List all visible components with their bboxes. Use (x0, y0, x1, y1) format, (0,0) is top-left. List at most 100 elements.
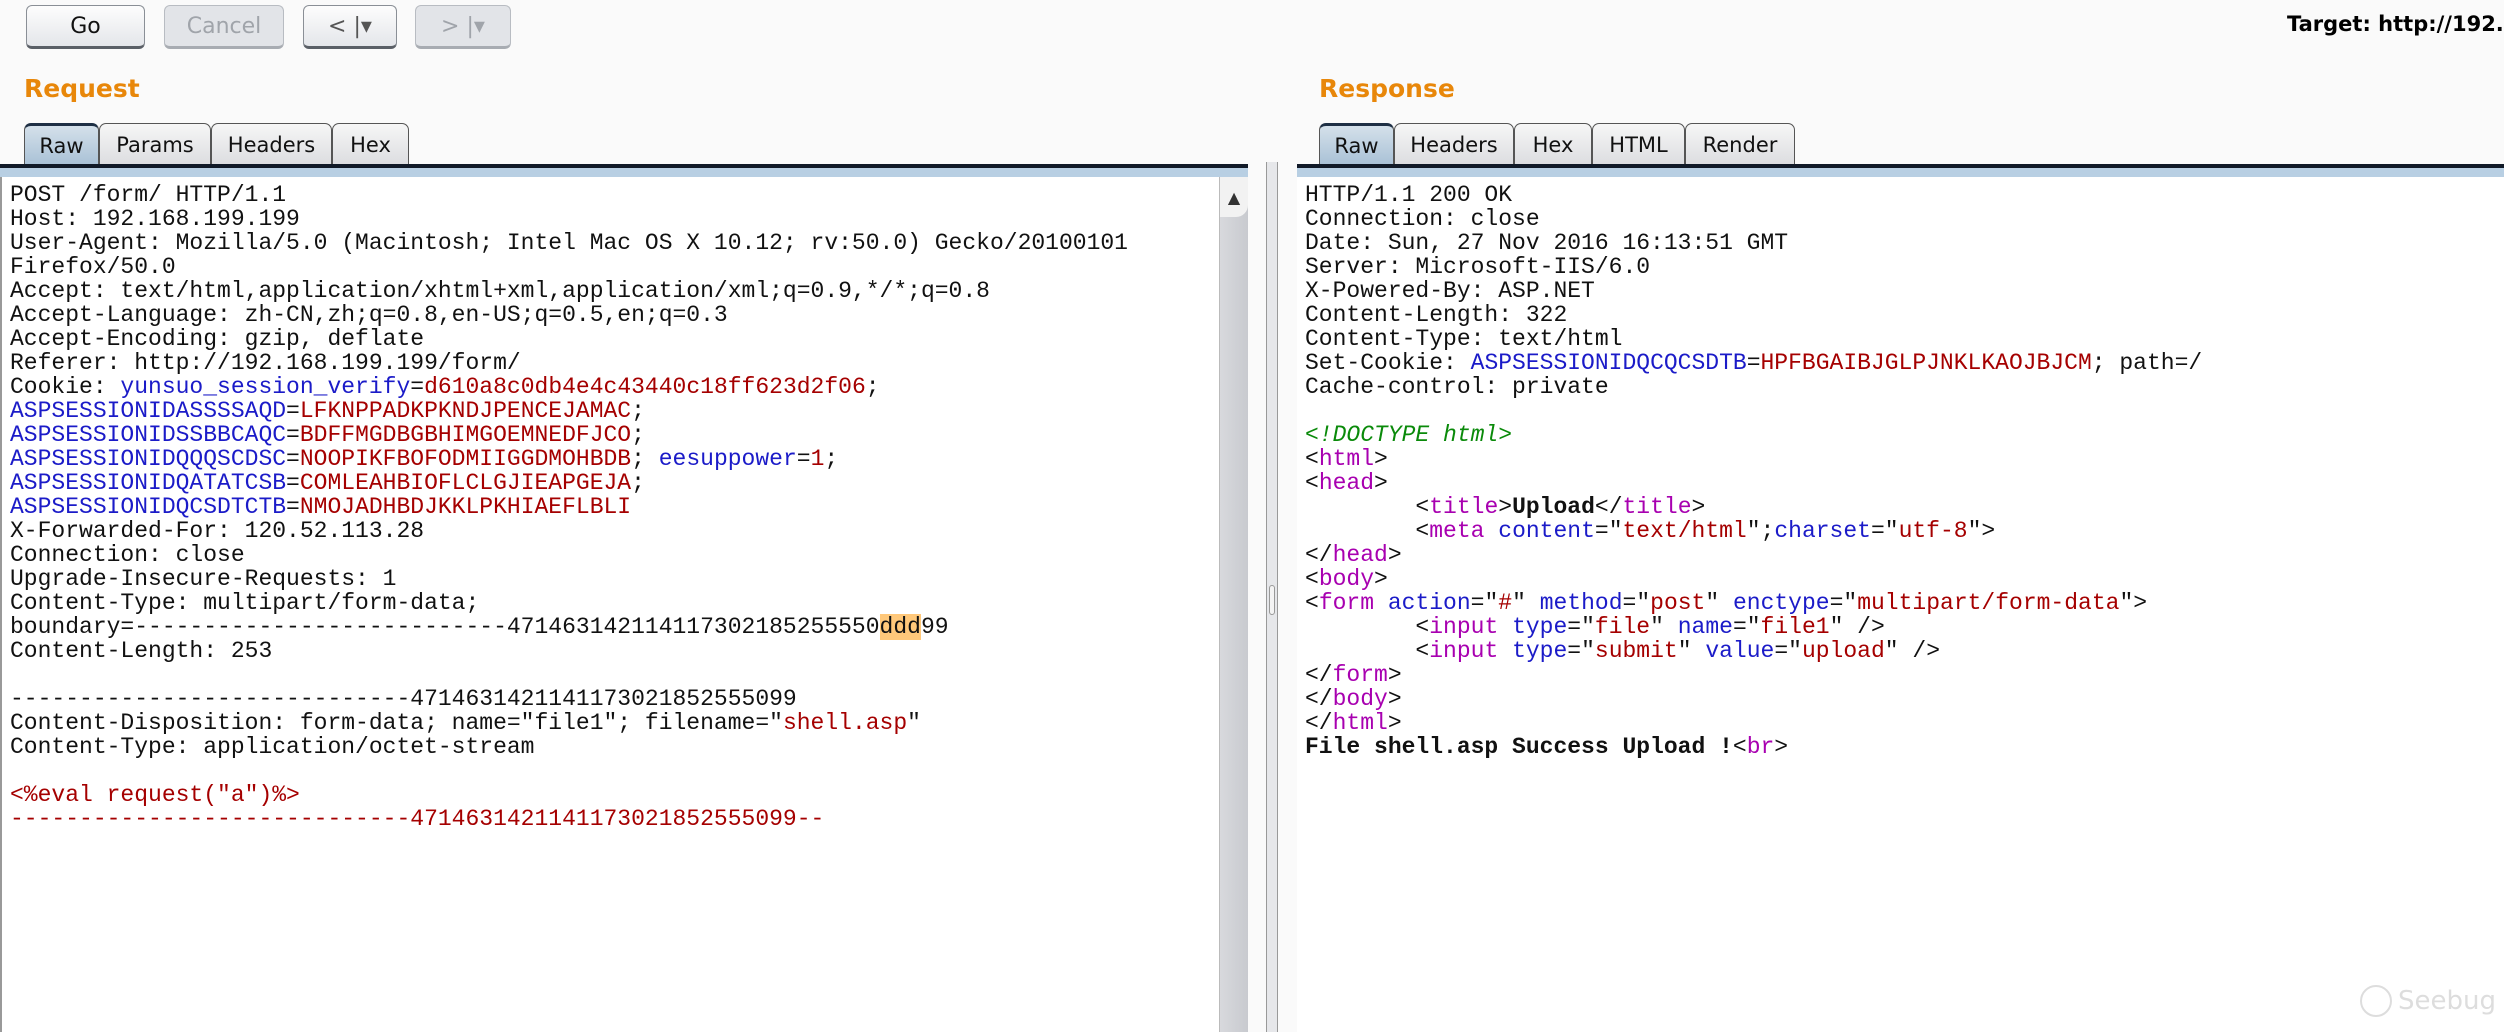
text-segment: -----------------------------47146314211… (10, 806, 825, 832)
response-line: X-Powered-By: ASP.NET (1305, 279, 2504, 303)
request-line: Content-Type: multipart/form-data; (10, 591, 1219, 615)
text-segment: > (1387, 662, 1402, 688)
target-label[interactable]: Target: http://192.1 (2287, 12, 2504, 36)
text-segment: html (1318, 446, 1375, 472)
request-line: Cookie: yunsuo_session_verify=d610a8c0db… (10, 375, 1219, 399)
text-segment: " (1512, 590, 1540, 616)
tab-response-hex[interactable]: Hex (1514, 123, 1592, 165)
tab-request-raw[interactable]: Raw (24, 123, 99, 165)
response-line: <input type="file" name="file1" /> (1305, 615, 2504, 639)
text-segment: =" (1732, 614, 1761, 640)
text-segment: = (286, 422, 300, 448)
text-segment: content (1498, 518, 1595, 544)
text-segment: < (1732, 734, 1747, 760)
tab-request-headers[interactable]: Headers (211, 123, 332, 165)
request-line: -----------------------------47146314211… (10, 807, 1219, 831)
text-segment: =" (1470, 590, 1499, 616)
text-segment (1484, 518, 1498, 544)
text-segment: ; (631, 446, 659, 472)
text-segment: meta (1429, 518, 1485, 544)
response-line: <html> (1305, 447, 2504, 471)
text-segment: X-Powered-By: ASP.NET (1305, 278, 1595, 304)
text-segment: Accept: text/html,application/xhtml+xml,… (10, 278, 990, 304)
text-segment: value (1705, 638, 1775, 664)
response-line: Cache-control: private (1305, 375, 2504, 399)
response-line: </head> (1305, 543, 2504, 567)
text-segment: =" (1829, 590, 1858, 616)
text-segment: -----------------------------47146314211… (10, 686, 797, 712)
back-button[interactable]: < |▾ (303, 5, 397, 49)
text-segment: > (1498, 494, 1513, 520)
text-segment: < (1305, 494, 1430, 520)
response-line: Set-Cookie: ASPSESSIONIDQCQCSDTB=HPFBGAI… (1305, 351, 2504, 375)
response-viewer[interactable]: HTTP/1.1 200 OK Connection: close Date: Su… (1297, 177, 2504, 1032)
text-segment: title (1622, 494, 1692, 520)
text-segment (10, 758, 24, 784)
text-segment: Host: 192.168.199.199 (10, 206, 300, 232)
text-segment: Cookie: (10, 374, 121, 400)
text-segment: eesuppower (658, 446, 797, 472)
text-segment: action (1387, 590, 1471, 616)
splitter-grip-icon[interactable] (1269, 585, 1275, 615)
text-segment: = (1746, 350, 1761, 376)
request-line: boundary=---------------------------4714… (10, 614, 1219, 640)
text-segment: < (1305, 638, 1430, 664)
response-line: Connection: close (1305, 207, 2504, 231)
go-button[interactable]: Go (26, 5, 145, 49)
tab-response-render[interactable]: Render (1685, 123, 1795, 165)
request-editor[interactable]: POST /form/ HTTP/1.1 Host: 192.168.199.19… (0, 177, 1219, 1032)
text-segment: submit (1594, 638, 1678, 664)
forward-button[interactable]: > |▾ (415, 5, 511, 49)
request-line: POST /form/ HTTP/1.1 (10, 183, 1219, 207)
text-segment: = (286, 398, 300, 424)
text-segment: ASPSESSIONIDSSBBCAQC (10, 422, 287, 448)
text-segment: " (1705, 590, 1733, 616)
text-segment: > (1774, 734, 1789, 760)
tab-request-params[interactable]: Params (99, 123, 211, 165)
tab-response-html[interactable]: HTML (1592, 123, 1685, 165)
response-line: </html> (1305, 711, 2504, 735)
response-line: <meta content="text/html";charset="utf-8… (1305, 519, 2504, 543)
tab-response-headers[interactable]: Headers (1394, 123, 1514, 165)
text-segment: Firefox/50.0 (10, 254, 176, 280)
request-line: ASPSESSIONIDASSSSAQD=LFKNPPADKPKNDJPENCE… (10, 399, 1219, 423)
text-segment: input (1429, 638, 1499, 664)
text-segment: Upgrade-Insecure-Requests: 1 (10, 566, 397, 592)
text-segment: ASPSESSIONIDQATATCSB (10, 470, 287, 496)
text-segment: charset (1774, 518, 1871, 544)
text-segment: "; (1746, 518, 1775, 544)
tab-response-raw[interactable]: Raw (1319, 123, 1394, 165)
text-segment: "> (2119, 590, 2148, 616)
text-segment: " /> (1884, 638, 1940, 664)
seebug-watermark: Seebug (2360, 985, 2496, 1017)
request-scrollbar[interactable]: ▲ (1219, 177, 1248, 1032)
request-line: Accept-Encoding: gzip, deflate (10, 327, 1219, 351)
text-segment: # (1498, 590, 1513, 616)
text-segment: yunsuo_session_verify (120, 374, 411, 400)
request-line: Connection: close (10, 543, 1219, 567)
text-segment: "> (1967, 518, 1996, 544)
scroll-up-arrow-icon[interactable]: ▲ (1220, 177, 1248, 217)
text-segment: ; (631, 422, 645, 448)
response-line: File shell.asp Success Upload !<br> (1305, 735, 2504, 759)
text-segment: html (1332, 710, 1388, 736)
cancel-button[interactable]: Cancel (164, 5, 284, 49)
response-line: <title>Upload</title> (1305, 495, 2504, 519)
text-segment: type (1512, 614, 1568, 640)
text-segment: Connection: close (1305, 206, 1540, 232)
text-segment (10, 662, 24, 688)
text-segment: =" (1567, 614, 1595, 640)
text-segment: d610a8c0db4e4c43440c18ff623d2f06 (424, 374, 866, 400)
text-segment: > (1387, 686, 1402, 712)
text-segment: Content-Length: 253 (10, 638, 273, 664)
text-segment: Accept-Language: zh-CN,zh;q=0.8,en-US;q=… (10, 302, 728, 328)
text-segment: < (1305, 614, 1430, 640)
text-segment (1498, 638, 1512, 664)
text-segment: Content-Type: application/octet-stream (10, 734, 535, 760)
request-line: ASPSESSIONIDSSBBCAQC=BDFFMGDBGBHIMGOEMNE… (10, 423, 1219, 447)
tab-request-hex[interactable]: Hex (332, 123, 409, 165)
text-segment: Upload (1512, 494, 1595, 520)
text-segment: <!DOCTYPE html> (1305, 422, 1513, 448)
text-segment: multipart/form-data (1857, 590, 2120, 616)
text-segment: HTTP/1.1 200 OK (1305, 182, 1513, 208)
